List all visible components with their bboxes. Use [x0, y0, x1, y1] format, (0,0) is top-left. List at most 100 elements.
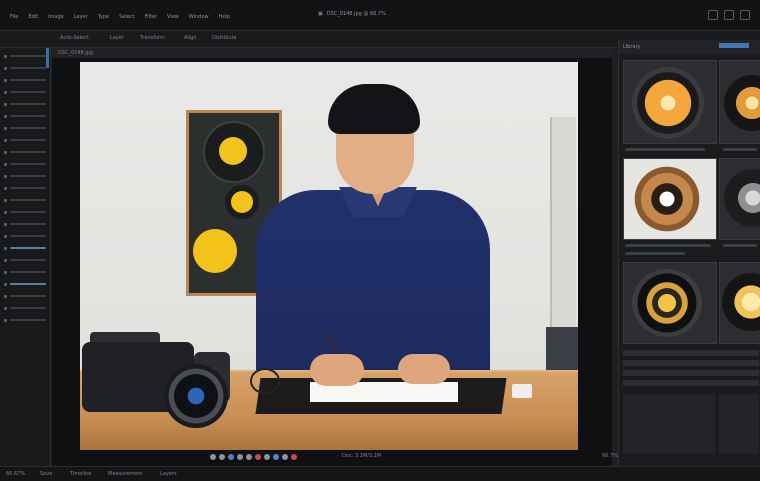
tool-row[interactable] [4, 184, 46, 192]
control-dot-icon[interactable] [237, 454, 243, 460]
tool-row[interactable] [4, 268, 46, 276]
tool-label-line [10, 115, 46, 117]
thumbnail-warm-bulb[interactable] [623, 60, 717, 144]
main-menu: File Edit Image Layer Type Select Filter… [10, 14, 230, 20]
menu-edit[interactable]: Edit [28, 14, 38, 20]
tool-icon [4, 318, 7, 322]
option-align[interactable]: Align [184, 35, 197, 41]
tool-label-line [10, 91, 46, 93]
tool-row[interactable] [4, 292, 46, 300]
status-save[interactable]: Save [40, 471, 52, 477]
close-icon[interactable] [740, 10, 750, 20]
thumbnail-amber-ring[interactable] [623, 158, 717, 240]
menu-type[interactable]: Type [98, 14, 109, 20]
power-plug [512, 384, 532, 398]
record-icon[interactable] [255, 454, 261, 460]
thumbnail-grey-ring[interactable] [719, 158, 760, 240]
minimize-icon[interactable] [708, 10, 718, 20]
control-dot-icon[interactable] [210, 454, 216, 460]
control-dot-icon[interactable] [246, 454, 252, 460]
menu-view[interactable]: View [167, 14, 179, 20]
panel-row[interactable] [623, 380, 759, 386]
panel-row[interactable] [623, 350, 759, 356]
option-distribute[interactable]: Distribute [212, 35, 237, 41]
document-tabs: DSC_0148.jpg [52, 48, 612, 58]
ring-image [630, 163, 704, 235]
tool-icon [4, 126, 7, 130]
tool-label-line [10, 187, 46, 189]
status-timeline[interactable]: Timeline [70, 471, 91, 477]
tool-icon [4, 234, 7, 238]
thumbnail-yellow-disc[interactable] [719, 262, 760, 344]
menu-image[interactable]: Image [48, 14, 64, 20]
tool-row[interactable] [4, 76, 46, 84]
menu-help[interactable]: Help [219, 14, 230, 20]
tool-row[interactable] [4, 88, 46, 96]
record-icon[interactable] [291, 454, 297, 460]
thumbnail-warm-bulb-2[interactable] [719, 60, 760, 144]
tool-row[interactable] [4, 172, 46, 180]
panel-accent-tab[interactable] [719, 43, 749, 48]
control-dot-icon[interactable] [273, 454, 279, 460]
tool-row[interactable] [4, 160, 46, 168]
menu-file[interactable]: File [10, 14, 18, 20]
tool-icon [4, 210, 7, 214]
tool-row[interactable] [4, 136, 46, 144]
tool-label-line [10, 199, 46, 201]
tool-row[interactable] [4, 52, 46, 60]
document-icon: ▣ [318, 11, 323, 17]
tool-row[interactable] [4, 232, 46, 240]
thumbnail-yellow-speaker[interactable] [623, 262, 717, 344]
tool-icon [4, 162, 7, 166]
tool-label-line [10, 259, 46, 261]
tool-row[interactable] [4, 100, 46, 108]
menu-window[interactable]: Window [189, 14, 209, 20]
tool-icon [4, 114, 7, 118]
tool-row[interactable] [4, 124, 46, 132]
menu-bar: File Edit Image Layer Type Select Filter… [0, 0, 760, 31]
tool-label-line [10, 175, 46, 177]
status-layers[interactable]: Layers [160, 471, 177, 477]
maximize-icon[interactable] [724, 10, 734, 20]
control-dot-icon[interactable] [219, 454, 225, 460]
tool-label-line [10, 319, 46, 321]
library-panel-title: Library [623, 44, 641, 50]
tool-row-selected[interactable] [4, 280, 46, 288]
tab-document[interactable]: DSC_0148.jpg [58, 50, 93, 56]
tool-label-line [10, 139, 46, 141]
tool-row[interactable] [4, 208, 46, 216]
tool-label-line [10, 67, 46, 69]
canvas-area[interactable]: DSC_0148.jpg Doc: 3.2M/3.2M 66.7% [52, 48, 618, 466]
menu-layer[interactable]: Layer [74, 14, 88, 20]
ring-image [724, 169, 760, 227]
menu-select[interactable]: Select [119, 14, 134, 20]
tool-label-line [10, 295, 46, 297]
tool-label-line [10, 307, 46, 309]
control-dot-icon[interactable] [264, 454, 270, 460]
tool-icon [4, 66, 7, 70]
tool-label-line [10, 79, 46, 81]
tool-row[interactable] [4, 148, 46, 156]
tool-row[interactable] [4, 220, 46, 228]
tool-row[interactable] [4, 304, 46, 312]
tool-row[interactable] [4, 196, 46, 204]
control-dot-icon[interactable] [228, 454, 234, 460]
tool-row-selected[interactable] [4, 244, 46, 252]
tool-icon [4, 186, 7, 190]
panel-row[interactable] [623, 370, 759, 376]
tools-scrollbar[interactable] [46, 48, 49, 68]
tool-row[interactable] [4, 316, 46, 324]
tool-row[interactable] [4, 112, 46, 120]
tool-row[interactable] [4, 256, 46, 264]
thumbnail-caption [625, 244, 711, 247]
control-dot-icon[interactable] [282, 454, 288, 460]
menu-filter[interactable]: Filter [145, 14, 157, 20]
tool-icon [4, 246, 7, 250]
panel-row[interactable] [623, 360, 759, 366]
tool-icon [4, 306, 7, 310]
status-measurement[interactable]: Measurement [108, 471, 142, 477]
option-transform[interactable]: Transform [140, 35, 165, 41]
option-layer[interactable]: Layer [110, 35, 124, 41]
option-auto-select[interactable]: Auto-Select [60, 35, 89, 41]
tool-row[interactable] [4, 64, 46, 72]
